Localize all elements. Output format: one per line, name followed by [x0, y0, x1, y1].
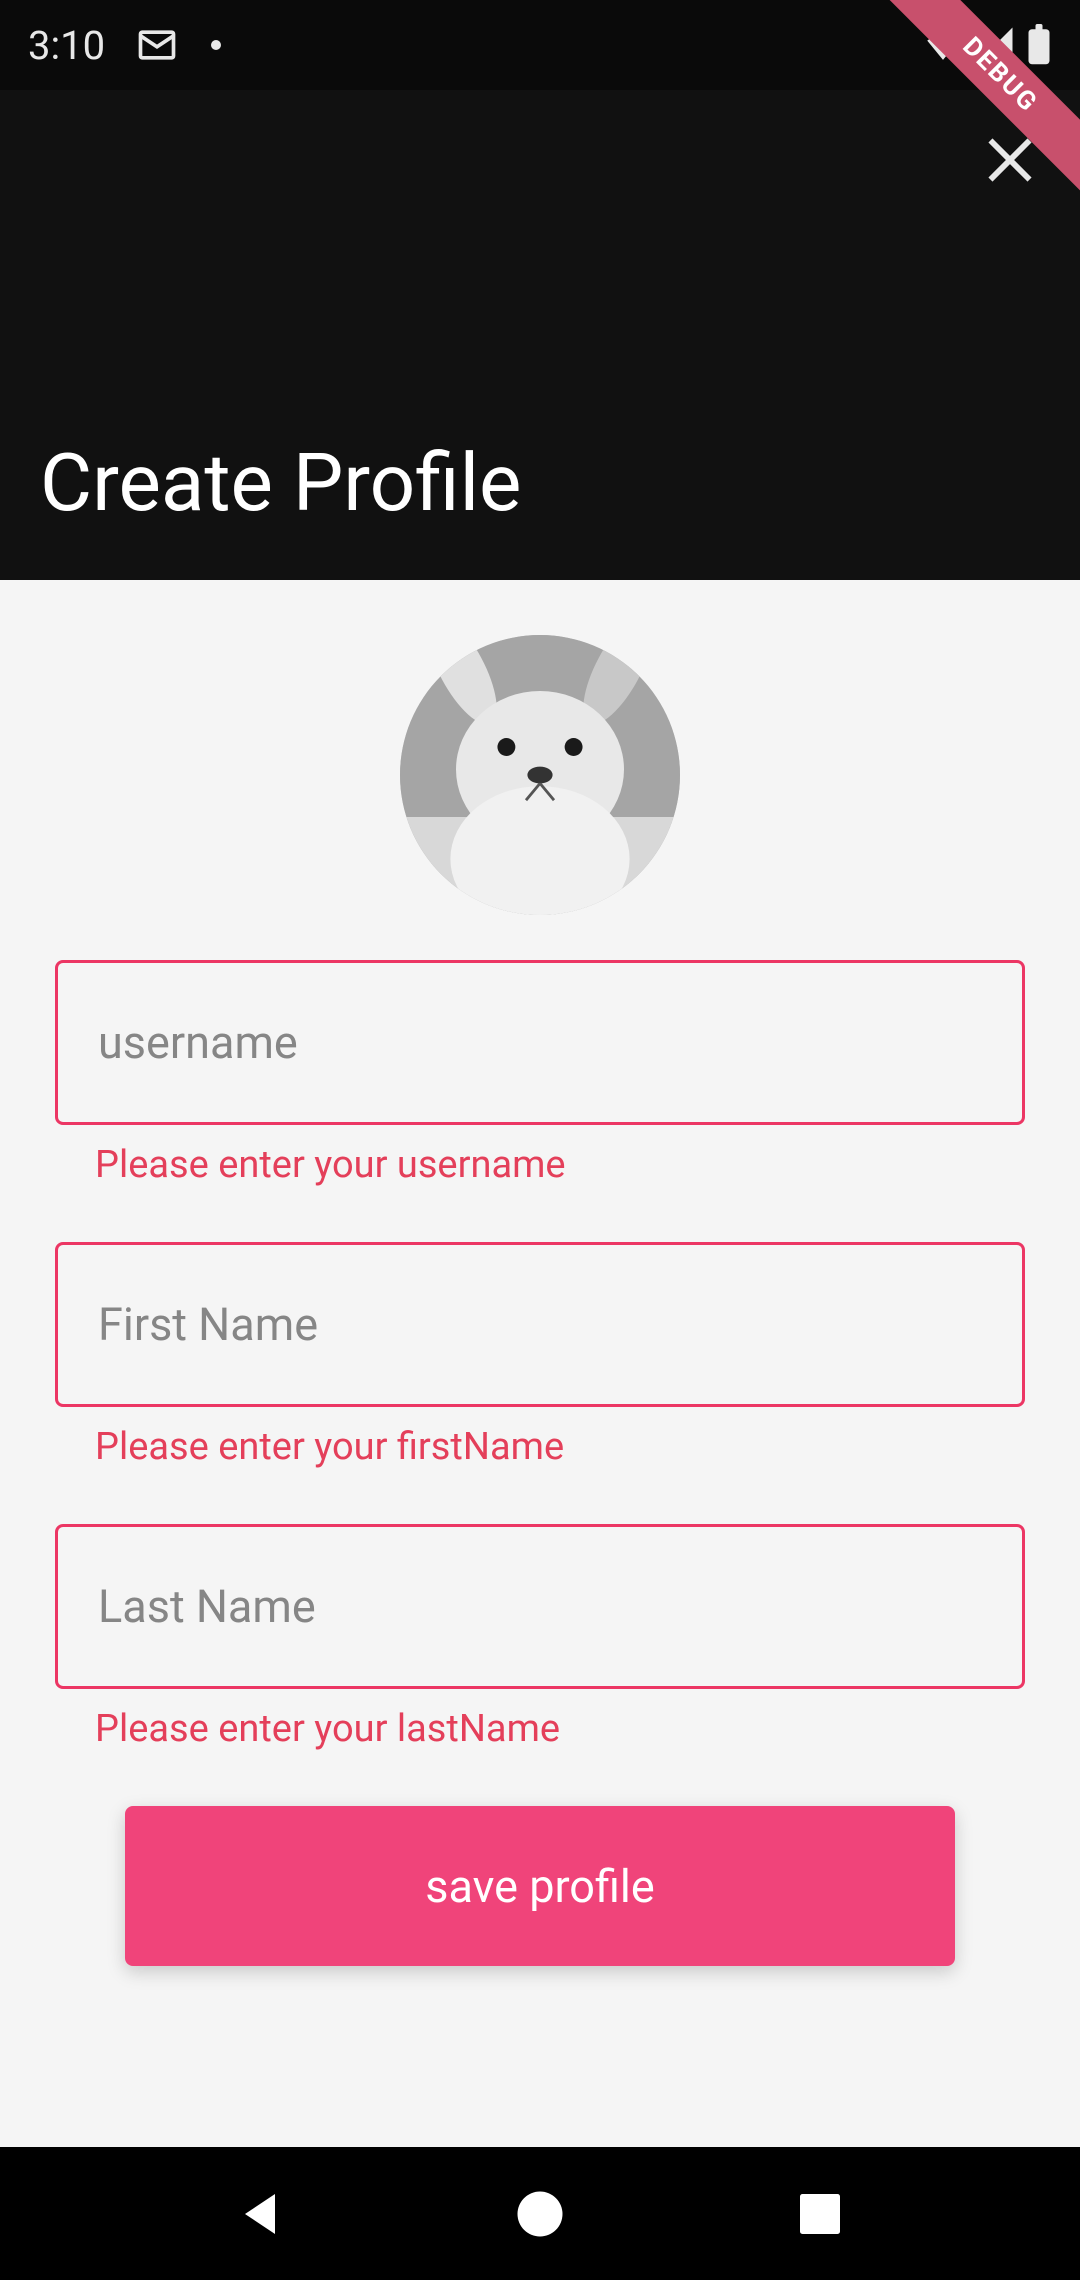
avatar[interactable] — [400, 635, 680, 915]
firstname-error: Please enter your firstName — [55, 1425, 1025, 1469]
status-bar: 3:10 — [0, 0, 1080, 90]
save-button[interactable]: save profile — [125, 1806, 955, 1966]
home-circle-icon — [510, 2184, 570, 2244]
nav-home-button[interactable] — [510, 2184, 570, 2244]
username-error: Please enter your username — [55, 1143, 1025, 1187]
avatar-image — [400, 635, 680, 915]
recent-square-icon — [790, 2184, 850, 2244]
username-field[interactable] — [55, 960, 1025, 1125]
nav-recent-button[interactable] — [790, 2184, 850, 2244]
mail-icon — [135, 23, 179, 67]
back-triangle-icon — [230, 2184, 290, 2244]
header: Create Profile — [0, 90, 1080, 580]
nav-back-button[interactable] — [230, 2184, 290, 2244]
status-clock: 3:10 — [28, 22, 105, 69]
firstname-group: Please enter your firstName — [55, 1242, 1025, 1469]
wifi-icon — [922, 24, 964, 66]
firstname-field[interactable] — [55, 1242, 1025, 1407]
status-right — [922, 24, 1052, 66]
status-left: 3:10 — [28, 22, 223, 69]
signal-icon — [974, 24, 1016, 66]
android-nav-bar — [0, 2147, 1080, 2280]
lastname-error: Please enter your lastName — [55, 1707, 1025, 1751]
username-group: Please enter your username — [55, 960, 1025, 1187]
content-area: Please enter your username Please enter … — [0, 580, 1080, 2147]
lastname-field[interactable] — [55, 1524, 1025, 1689]
close-button[interactable] — [980, 130, 1040, 190]
dot-icon — [209, 38, 223, 52]
battery-icon — [1026, 24, 1052, 66]
close-icon — [980, 130, 1040, 190]
profile-form: Please enter your username Please enter … — [55, 960, 1025, 1966]
lastname-group: Please enter your lastName — [55, 1524, 1025, 1751]
page-title: Create Profile — [40, 436, 521, 530]
